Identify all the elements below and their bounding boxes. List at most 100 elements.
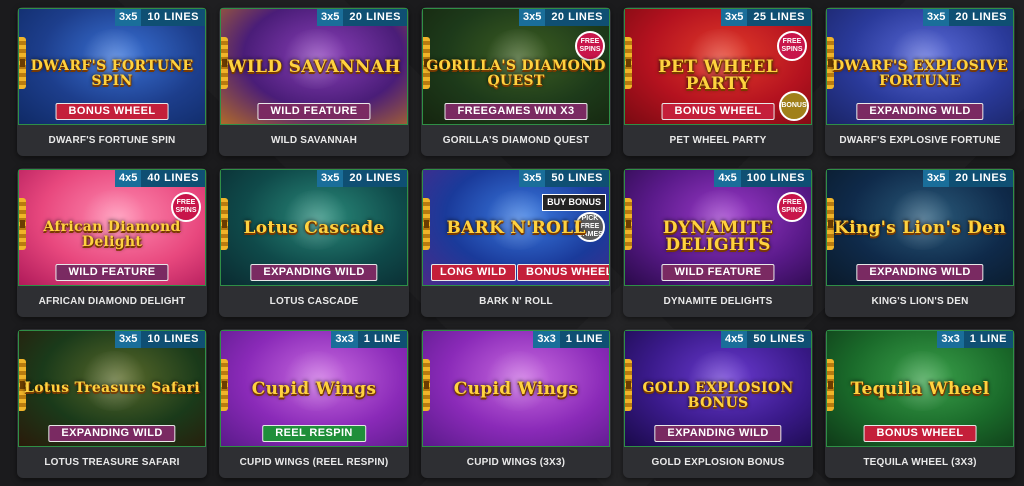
game-name[interactable]: CUPID WINGS (REEL RESPIN) — [219, 447, 409, 478]
reels-lines-info: 3x3 1 LINE — [937, 331, 1013, 348]
game-card-pet-wheel-party[interactable]: 3x5 25 LINES FREE SPINS BONUS PET WHEEL PART… — [623, 7, 813, 156]
reels-lines-info: 3x3 1 LINE — [331, 331, 407, 348]
game-logo-title: BARK N'ROLL — [446, 218, 586, 238]
game-card-dwarfs-explosive-fortune[interactable]: 3x5 20 LINES DWARF'S EXPLOSIVE FORTUNE EXPA… — [825, 7, 1015, 156]
reels-label: 3x5 — [518, 9, 546, 26]
game-name[interactable]: KING'S LION'S DEN — [825, 286, 1015, 317]
reels-lines-info: 3x5 20 LINES — [316, 170, 407, 187]
lines-label: 100 LINES — [740, 170, 811, 187]
feature-label: EXPANDING WILD — [856, 103, 984, 120]
feature-label: REEL RESPIN — [262, 425, 366, 442]
lines-label: 20 LINES — [343, 9, 407, 26]
feature-label: EXPANDING WILD — [250, 264, 378, 281]
reels-lines-info: 3x5 20 LINES — [316, 9, 407, 26]
free-spins-badge: FREE SPINS — [171, 192, 201, 222]
reels-label: 3x5 — [720, 9, 748, 26]
game-card-gold-explosion-bonus[interactable]: 4x5 50 LINES GOLD EXPLOSION BONUS EXPANDING… — [623, 329, 813, 478]
free-spins-badge: FREE SPINS — [777, 192, 807, 222]
reels-label: 3x3 — [937, 331, 964, 348]
game-card-lotus-treasure-safari[interactable]: 3x5 10 LINES Lotus Treasure Safari EXPANDIN… — [17, 329, 207, 478]
lines-label: 1 LINE — [963, 331, 1013, 348]
game-thumbnail[interactable]: 3x3 1 LINE Tequila Wheel BONUS WHEEL — [826, 330, 1014, 447]
game-logo-title: WILD SAVANNAH — [227, 57, 401, 77]
game-thumbnail[interactable]: 3x5 50 LINES BUY BONUS PICK FREE GAMES BARK … — [422, 169, 610, 286]
game-card-tequila-wheel-3x3[interactable]: 3x3 1 LINE Tequila Wheel BONUS WHEEL TEQUILA… — [825, 329, 1015, 478]
game-name[interactable]: CUPID WINGS (3X3) — [421, 447, 611, 478]
reels-label: 4x5 — [720, 331, 748, 348]
game-name[interactable]: TEQUILA WHEEL (3X3) — [825, 447, 1015, 478]
reels-lines-info: 3x5 25 LINES — [720, 9, 811, 26]
reels-lines-info: 3x5 50 LINES — [518, 170, 609, 187]
game-name[interactable]: LOTUS TREASURE SAFARI — [17, 447, 207, 478]
game-card-kings-lions-den[interactable]: 3x5 20 LINES King's Lion's Den EXPANDING WI… — [825, 168, 1015, 317]
game-logo-title: Lotus Treasure Safari — [24, 380, 200, 396]
game-name[interactable]: AFRICAN DIAMOND DELIGHT — [17, 286, 207, 317]
game-name[interactable]: GORILLA'S DIAMOND QUEST — [421, 125, 611, 156]
game-card-bark-n-roll[interactable]: 3x5 50 LINES BUY BONUS PICK FREE GAMES BARK … — [421, 168, 611, 317]
game-thumbnail[interactable]: 3x5 20 LINES DWARF'S EXPLOSIVE FORTUNE EXPA… — [826, 8, 1014, 125]
feature-label: WILD FEATURE — [661, 264, 775, 281]
lines-label: 20 LINES — [343, 170, 407, 187]
feature-label: BONUS WHEEL — [661, 103, 775, 120]
game-thumbnail[interactable]: 3x5 20 LINES FREE SPINS GORILLA'S DIAMOND Q… — [422, 8, 610, 125]
game-card-lotus-cascade[interactable]: 3x5 20 LINES Lotus Cascade EXPANDING WILD LO… — [219, 168, 409, 317]
game-thumbnail[interactable]: 3x3 1 LINE Cupid Wings — [422, 330, 610, 447]
game-name[interactable]: DWARF'S FORTUNE SPIN — [17, 125, 207, 156]
game-card-cupid-wings-reel-respin[interactable]: 3x3 1 LINE Cupid Wings REEL RESPIN CUPID WIN… — [219, 329, 409, 478]
game-thumbnail[interactable]: 3x5 25 LINES FREE SPINS BONUS PET WHEEL PART… — [624, 8, 812, 125]
game-card-gorillas-diamond-quest[interactable]: 3x5 20 LINES FREE SPINS GORILLA'S DIAMOND Q… — [421, 7, 611, 156]
free-spins-badge: FREE SPINS — [575, 31, 605, 61]
feature-label: BONUS WHEEL — [55, 103, 169, 120]
buy-bonus-tag: BUY BONUS — [542, 194, 606, 211]
lines-label: 20 LINES — [949, 9, 1013, 26]
game-card-african-diamond-delight[interactable]: 4x5 40 LINES FREE SPINS African Diamond Del… — [17, 168, 207, 317]
reels-lines-info: 4x5 40 LINES — [114, 170, 205, 187]
game-name[interactable]: LOTUS CASCADE — [219, 286, 409, 317]
reels-label: 3x5 — [922, 9, 950, 26]
game-name[interactable]: DWARF'S EXPLOSIVE FORTUNE — [825, 125, 1015, 156]
game-card-wild-savannah[interactable]: 3x5 20 LINES WILD SAVANNAH WILD FEATURE WILD… — [219, 7, 409, 156]
game-thumbnail[interactable]: 4x5 50 LINES GOLD EXPLOSION BONUS EXPANDING… — [624, 330, 812, 447]
lines-label: 20 LINES — [545, 9, 609, 26]
game-thumbnail[interactable]: 3x5 20 LINES Lotus Cascade EXPANDING WILD — [220, 169, 408, 286]
game-thumbnail[interactable]: 4x5 40 LINES FREE SPINS African Diamond Del… — [18, 169, 206, 286]
feature-label: EXPANDING WILD — [856, 264, 984, 281]
reels-label: 3x5 — [316, 170, 344, 187]
feature-label-1: LONG WILD — [431, 264, 516, 281]
game-logo-title: King's Lion's Den — [834, 218, 1006, 238]
lines-label: 40 LINES — [141, 170, 205, 187]
game-logo-title: Tequila Wheel — [850, 379, 990, 399]
lines-label: 25 LINES — [747, 9, 811, 26]
reels-label: 3x3 — [331, 331, 358, 348]
game-thumbnail[interactable]: 3x5 20 LINES King's Lion's Den EXPANDING WI… — [826, 169, 1014, 286]
reels-label: 4x5 — [114, 170, 142, 187]
game-thumbnail[interactable]: 3x5 10 LINES Lotus Treasure Safari EXPANDIN… — [18, 330, 206, 447]
reels-label: 3x5 — [518, 170, 546, 187]
game-grid: 3x5 10 LINES DWARF'S FORTUNE SPIN BONUS WHE… — [0, 0, 1024, 486]
game-card-dynamite-delights[interactable]: 4x5 100 LINES FREE SPINS DYNAMITE DELIGHTS W… — [623, 168, 813, 317]
game-logo-title: GORILLA'S DIAMOND QUEST — [426, 58, 606, 89]
feature-label: FREEGAMES WIN X3 — [444, 103, 588, 120]
lines-label: 10 LINES — [141, 331, 205, 348]
game-name[interactable]: WILD SAVANNAH — [219, 125, 409, 156]
game-logo-title: PET WHEEL PARTY — [657, 57, 779, 94]
game-card-cupid-wings-3x3[interactable]: 3x3 1 LINE Cupid Wings CUPID WINGS (3X3) — [421, 329, 611, 478]
game-thumbnail[interactable]: 4x5 100 LINES FREE SPINS DYNAMITE DELIGHTS W… — [624, 169, 812, 286]
reels-label: 3x5 — [922, 170, 950, 187]
game-name[interactable]: DYNAMITE DELIGHTS — [623, 286, 813, 317]
game-logo-title: DWARF'S EXPLOSIVE FORTUNE — [831, 58, 1009, 89]
reels-lines-info: 3x5 10 LINES — [114, 331, 205, 348]
game-name[interactable]: BARK N' ROLL — [421, 286, 611, 317]
game-logo-title: DYNAMITE DELIGHTS — [662, 218, 774, 255]
game-card-dwarfs-fortune-spin[interactable]: 3x5 10 LINES DWARF'S FORTUNE SPIN BONUS WHE… — [17, 7, 207, 156]
game-thumbnail[interactable]: 3x5 10 LINES DWARF'S FORTUNE SPIN BONUS WHE… — [18, 8, 206, 125]
game-name[interactable]: PET WHEEL PARTY — [623, 125, 813, 156]
reels-lines-info: 3x3 1 LINE — [533, 331, 609, 348]
game-thumbnail[interactable]: 3x5 20 LINES WILD SAVANNAH WILD FEATURE — [220, 8, 408, 125]
game-thumbnail[interactable]: 3x3 1 LINE Cupid Wings REEL RESPIN — [220, 330, 408, 447]
game-name[interactable]: GOLD EXPLOSION BONUS — [623, 447, 813, 478]
game-logo-title: GOLD EXPLOSION BONUS — [642, 380, 794, 411]
feature-label: WILD FEATURE — [55, 264, 169, 281]
reels-lines-info: 3x5 20 LINES — [922, 170, 1013, 187]
lines-label: 20 LINES — [949, 170, 1013, 187]
